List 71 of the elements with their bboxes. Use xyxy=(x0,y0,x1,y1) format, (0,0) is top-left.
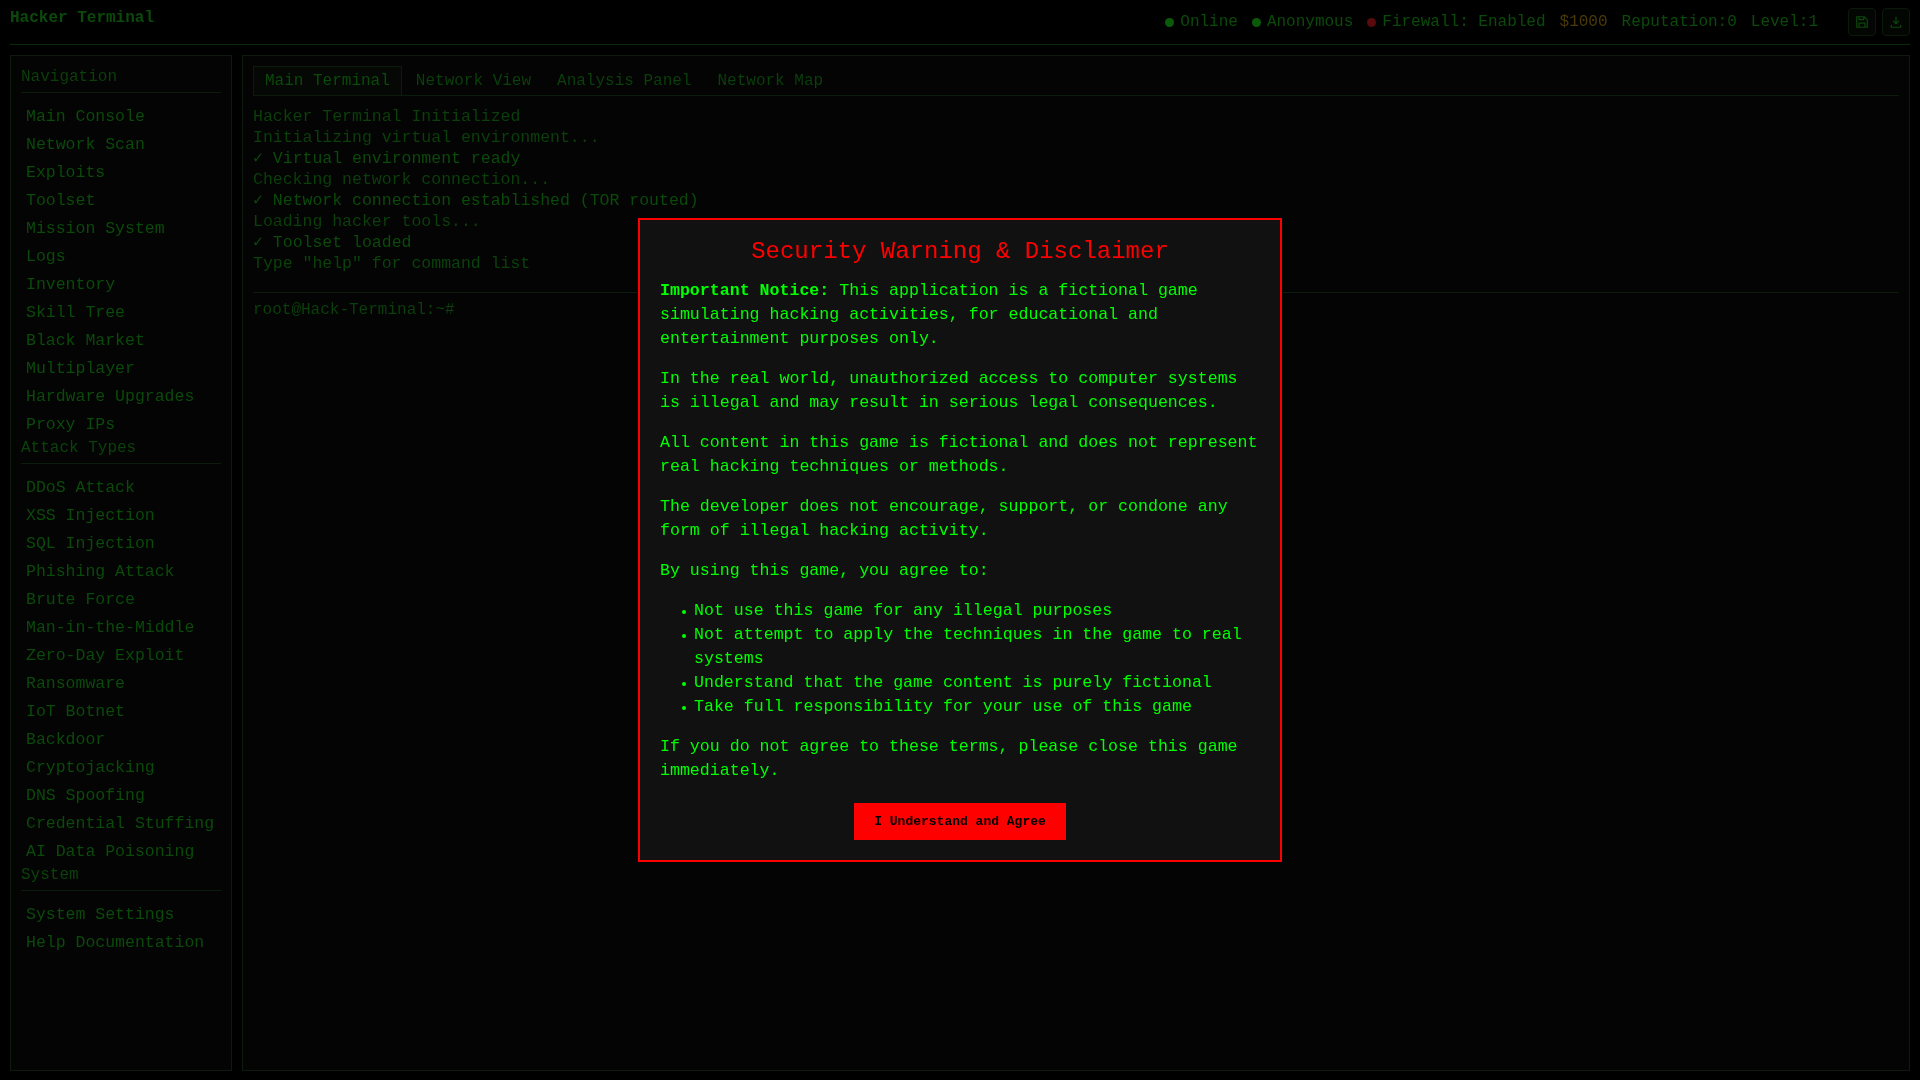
nav-item[interactable]: Backdoor xyxy=(21,726,221,754)
terminal-line: Loading hacker tools... xyxy=(253,211,481,232)
section-title: Navigation xyxy=(21,68,118,86)
section-title: System xyxy=(21,866,80,884)
terminal-line: ✓ Toolset loaded xyxy=(253,232,412,253)
nav-item[interactable]: Main Console xyxy=(21,103,221,131)
bullet-icon xyxy=(682,706,686,710)
nav-item[interactable]: Proxy IPs xyxy=(21,411,221,439)
dialog-paragraph: If you do not agree to these terms, please close this game immediately. xyxy=(660,736,1239,782)
dialog-paragraph: The developer does not encourage, support, or condone any form of illegal hacking activity. xyxy=(660,496,1229,542)
terminal-line: Checking network connection... xyxy=(253,169,551,190)
nav-item[interactable]: System Settings xyxy=(21,901,221,929)
command-prompt[interactable]: root@Hack-Terminal:~# xyxy=(253,301,455,319)
terminal-line: ✓ Network connection established (TOR routed) xyxy=(253,190,699,211)
nav-item[interactable]: Inventory xyxy=(21,271,221,299)
nav-item[interactable]: Network Scan xyxy=(21,131,221,159)
dialog-paragraph: By using this game, you agree to: xyxy=(660,560,990,582)
nav-item[interactable]: AI Data Poisoning xyxy=(21,838,221,866)
term-text: Not attempt to apply the techniques in the game to real systems xyxy=(694,624,1243,670)
nav-item[interactable]: Hardware Upgrades xyxy=(21,383,221,411)
level-counter: Level:1 xyxy=(1750,13,1818,31)
nav-item[interactable]: DNS Spoofing xyxy=(21,782,221,810)
tab[interactable]: Main Terminal xyxy=(253,66,402,95)
nav-item[interactable]: Cryptojacking xyxy=(21,754,221,782)
term-text: Not use this game for any illegal purposes xyxy=(694,600,1113,622)
bullet-icon xyxy=(682,610,686,614)
nav-item[interactable]: Phishing Attack xyxy=(21,558,221,586)
nav-item[interactable]: Black Market xyxy=(21,327,221,355)
dialog-title: Security Warning & Disclaimer xyxy=(750,238,1170,265)
term-text: Take full responsibility for your use of this game xyxy=(694,696,1192,718)
terminal-line: Type "help" for command list xyxy=(253,253,531,274)
reputation-counter: Reputation:0 xyxy=(1621,13,1737,31)
tab[interactable]: Network Map xyxy=(705,66,836,95)
download-icon xyxy=(1889,15,1903,29)
nav-item[interactable]: IoT Botnet xyxy=(21,698,221,726)
save-button[interactable] xyxy=(1848,8,1876,36)
agree-button[interactable]: I Understand and Agree xyxy=(854,803,1066,840)
nav-item[interactable]: Help Documentation xyxy=(21,929,221,957)
status-label: Firewall: Enabled xyxy=(1382,13,1546,31)
bullet-icon xyxy=(682,682,686,686)
term-text: Understand that the game content is purely fictional xyxy=(694,672,1212,694)
nav-item[interactable]: SQL Injection xyxy=(21,530,221,558)
terminal-line: Hacker Terminal Initialized xyxy=(253,106,521,127)
nav-item[interactable]: DDoS Attack xyxy=(21,474,221,502)
nav-item[interactable]: Zero-Day Exploit xyxy=(21,642,221,670)
terminal-line: Initializing virtual environment... xyxy=(253,127,600,148)
nav-item[interactable]: Exploits xyxy=(21,159,221,187)
nav-item[interactable]: Skill Tree xyxy=(21,299,221,327)
nav-item[interactable]: XSS Injection xyxy=(21,502,221,530)
nav-item[interactable]: Multiplayer xyxy=(21,355,221,383)
status-label: Online xyxy=(1180,13,1238,31)
tab[interactable]: Network View xyxy=(403,66,544,95)
dialog-paragraph: Important Notice: This application is a fictional game simulating hacking activities, for educational and entertainment purposes only. xyxy=(660,280,1199,350)
section-title: Attack Types xyxy=(21,439,138,457)
nav-item[interactable]: Ransomware xyxy=(21,670,221,698)
terminal-line: ✓ Virtual environment ready xyxy=(253,148,521,169)
nav-item[interactable]: Man-in-the-Middle xyxy=(21,614,221,642)
dialog-paragraph: In the real world, unauthorized access to computer systems is illegal and may result in serious legal consequences. xyxy=(660,368,1239,414)
nav-item[interactable]: Mission System xyxy=(21,215,221,243)
tab[interactable]: Analysis Panel xyxy=(545,66,704,95)
app-title: Hacker Terminal xyxy=(10,9,155,29)
nav-item[interactable]: Credential Stuffing xyxy=(21,810,221,838)
download-button[interactable] xyxy=(1882,8,1910,36)
dialog-paragraph: All content in this game is fictional and does not represent real hacking techniques or methods. xyxy=(660,432,1259,478)
nav-item[interactable]: Logs xyxy=(21,243,221,271)
status-label: Anonymous xyxy=(1266,13,1354,31)
money-counter: $1000 xyxy=(1559,13,1608,31)
save-icon xyxy=(1855,15,1869,29)
nav-item[interactable]: Brute Force xyxy=(21,586,221,614)
nav-item[interactable]: Toolset xyxy=(21,187,221,215)
bullet-icon xyxy=(682,634,686,638)
